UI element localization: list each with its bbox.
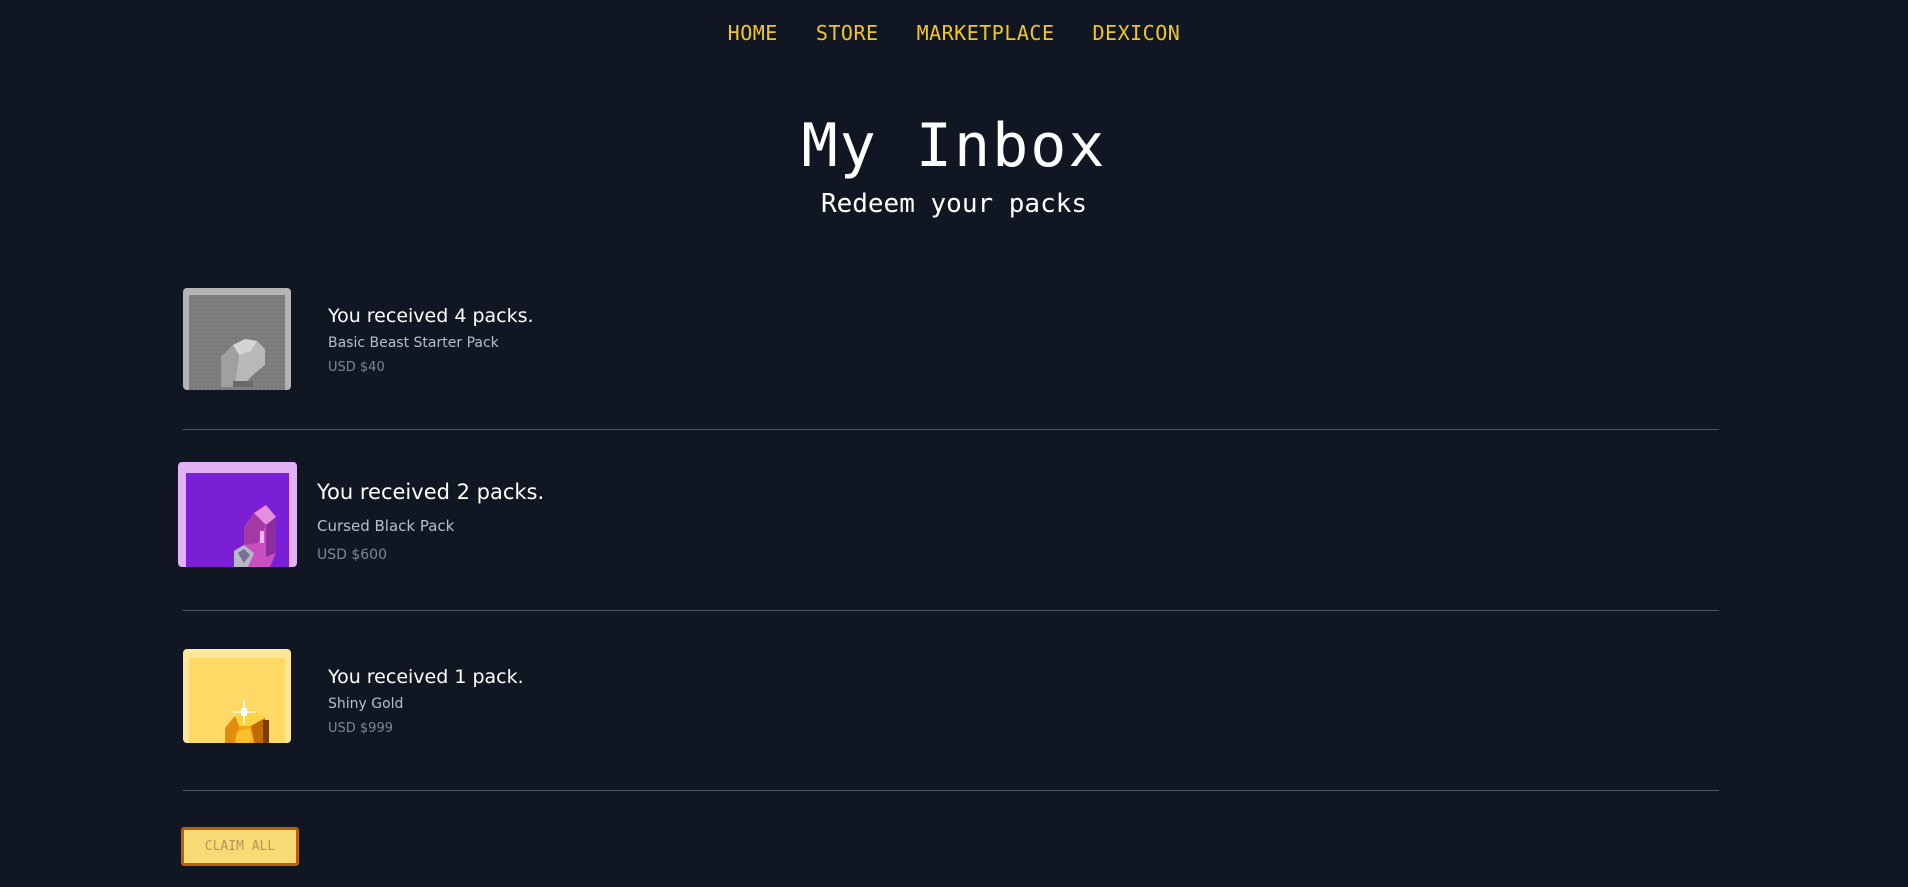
page-title: My Inbox <box>801 111 1107 181</box>
nav-home-link[interactable]: HOME <box>728 18 778 48</box>
item-price: USD $600 <box>317 547 387 563</box>
nav-dexicon-link[interactable]: DEXICON <box>1093 18 1181 48</box>
divider <box>183 610 1719 611</box>
inbox-item: You received 2 packs. Cursed Black Pack … <box>178 462 1719 577</box>
item-title: You received 2 packs. <box>317 480 545 504</box>
gold-gem-pack-icon <box>183 649 291 743</box>
inbox-item: You received 4 packs. Basic Beast Starte… <box>183 288 1719 398</box>
divider <box>183 429 1719 430</box>
top-nav: HOME STORE MARKETPLACE DEXICON <box>0 18 1908 48</box>
item-title: You received 4 packs. <box>328 305 534 327</box>
item-price: USD $999 <box>328 721 393 736</box>
claim-all-button[interactable]: CLAIM ALL <box>181 827 299 866</box>
item-name: Cursed Black Pack <box>317 517 455 535</box>
rock-pack-icon <box>183 288 291 390</box>
item-name: Shiny Gold <box>328 696 404 712</box>
item-title: You received 1 pack. <box>328 666 524 688</box>
nav-store-link[interactable]: STORE <box>816 18 879 48</box>
page-subtitle: Redeem your packs <box>820 189 1088 219</box>
nav-marketplace-link[interactable]: MARKETPLACE <box>917 18 1055 48</box>
item-price: USD $40 <box>328 360 385 375</box>
inbox-item: You received 1 pack. Shiny Gold USD $999 <box>183 649 1719 759</box>
crystal-pack-icon <box>178 462 297 567</box>
item-name: Basic Beast Starter Pack <box>328 335 499 351</box>
divider <box>183 790 1719 791</box>
